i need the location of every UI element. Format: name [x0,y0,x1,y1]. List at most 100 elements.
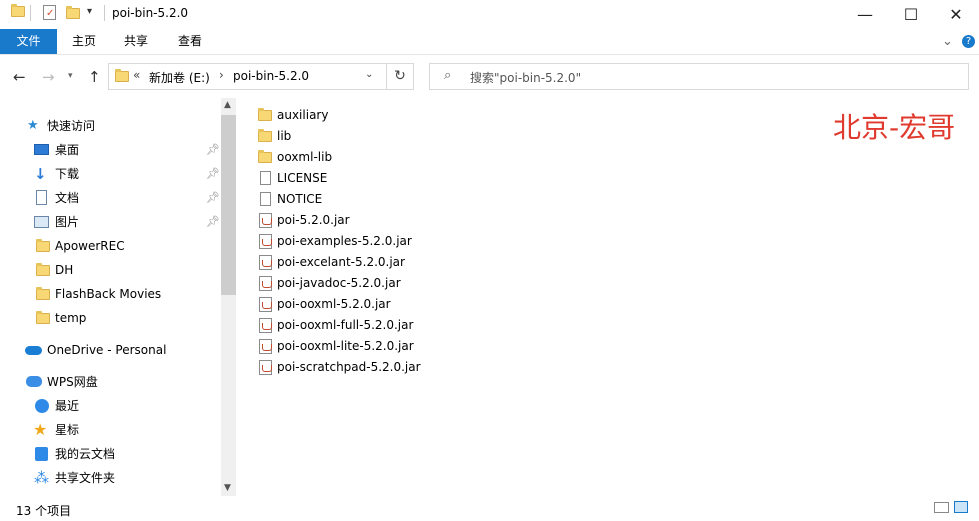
scrollbar-thumb[interactable] [221,115,236,295]
breadcrumb-folder[interactable]: poi-bin-5.2.0 [233,69,309,83]
nav-label: 最近 [55,399,80,413]
nav-label: WPS网盘 [47,375,98,389]
file-name: LICENSE [277,171,328,185]
nav-item-documents[interactable]: 文档 📌︎ [0,187,220,209]
navigation-pane: ★ 快速访问 桌面 📌︎ ↓ 下载 📌︎ 文档 📌︎ 图片 📌︎ ApowerR… [0,98,236,496]
folder-icon [115,69,129,82]
window-title: poi-bin-5.2.0 [112,6,189,20]
nav-label: DH [55,263,74,277]
search-box[interactable]: ⌕ 搜索"poi-bin-5.2.0" [429,63,969,90]
jar-file-icon [259,318,272,333]
large-icons-view-icon[interactable] [954,501,968,513]
jar-file-icon [259,276,272,291]
shared-folder-icon: ⁂ [34,469,49,487]
nav-label: 我的云文档 [55,447,116,461]
breadcrumb-separator[interactable]: › [219,68,224,82]
jar-file-icon [259,213,272,228]
folder-icon [36,287,50,300]
folder-icon [258,150,272,163]
new-folder-icon[interactable] [66,6,80,19]
file-name: ooxml-lib [277,150,333,164]
file-name: poi-ooxml-5.2.0.jar [277,297,391,311]
file-name: poi-ooxml-full-5.2.0.jar [277,318,414,332]
folder-icon [36,263,50,276]
item-count: 13 个项目 [16,504,72,518]
nav-label: ApowerREC [55,239,125,253]
jar-file-icon [259,360,272,375]
nav-label: FlashBack Movies [55,287,162,301]
file-name: lib [277,129,292,143]
pin-icon[interactable]: 📌︎ [206,211,220,233]
file-name: NOTICE [277,192,323,206]
minimize-button[interactable]: — [842,0,888,28]
properties-icon[interactable]: ✓ [43,5,56,20]
status-bar: 13 个项目 [0,496,979,521]
search-placeholder: 搜索"poi-bin-5.2.0" [470,71,582,85]
jar-file-icon [259,297,272,312]
watermark-text: 北京-宏哥 [833,111,956,144]
nav-item-pictures[interactable]: 图片 📌︎ [0,211,220,233]
address-bar[interactable]: « 新加卷 (E:) › poi-bin-5.2.0 ⌄ [108,63,387,90]
maximize-button[interactable]: ☐ [888,0,934,28]
jar-file-icon [259,255,272,270]
wps-cloud-icon [26,376,42,387]
file-name: poi-javadoc-5.2.0.jar [277,276,401,290]
folder-icon [258,129,272,142]
download-icon: ↓ [34,165,47,183]
recent-locations-icon[interactable]: ▾ [68,71,73,81]
recent-icon [35,399,49,413]
file-name: auxiliary [277,108,329,122]
nav-label: 文档 [55,191,80,205]
nav-label: 图片 [55,215,80,229]
onedrive-cloud-icon [25,346,42,355]
file-icon [260,171,271,185]
address-dropdown-icon[interactable]: ⌄ [365,69,373,80]
nav-item-desktop[interactable]: 桌面 📌︎ [0,139,220,161]
up-arrow-icon[interactable]: ↑ [88,68,101,86]
file-icon [260,192,271,206]
file-name: poi-excelant-5.2.0.jar [277,255,405,269]
nav-item-downloads[interactable]: ↓ 下载 📌︎ [0,163,220,185]
nav-label: 共享文件夹 [55,471,116,485]
search-icon: ⌕ [444,68,452,83]
help-icon[interactable]: ? [962,35,975,48]
folder-icon [11,4,25,17]
folder-icon [36,239,50,252]
nav-label: 下载 [55,167,80,181]
jar-file-icon [259,234,272,249]
nav-label: 快速访问 [47,119,96,133]
divider [30,5,31,21]
expand-ribbon-icon[interactable]: ⌄ [942,29,953,54]
pin-icon[interactable]: 📌︎ [206,187,220,209]
scroll-down-icon[interactable]: ▼ [224,483,231,493]
close-button[interactable]: ✕ [933,0,979,28]
nav-label: OneDrive - Personal [47,343,167,357]
address-overflow[interactable]: « [133,68,140,82]
refresh-button[interactable]: ↻ [387,63,414,90]
tab-view[interactable]: 查看 [178,29,202,54]
star-icon: ★ [33,420,48,439]
pin-icon[interactable]: 📌︎ [206,139,220,161]
title-bar: ✓ ▾ poi-bin-5.2.0 — ☐ ✕ [0,0,979,29]
desktop-icon [34,144,49,155]
customize-toolbar-icon[interactable]: ▾ [87,6,92,17]
nav-label: 星标 [55,423,80,437]
star-icon: ★ [27,118,39,133]
forward-arrow-icon[interactable]: → [42,68,55,86]
file-name: poi-5.2.0.jar [277,213,350,227]
tab-home[interactable]: 主页 [72,29,96,54]
file-name: poi-scratchpad-5.2.0.jar [277,360,421,374]
pictures-icon [34,216,49,228]
pin-icon[interactable]: 📌︎ [206,163,220,185]
back-arrow-icon[interactable]: ← [13,68,26,86]
jar-file-icon [259,339,272,354]
breadcrumb-drive[interactable]: 新加卷 (E:) [149,69,210,86]
tab-share[interactable]: 共享 [124,29,148,54]
documents-icon [36,190,47,205]
scroll-up-icon[interactable]: ▲ [224,100,231,110]
folder-icon [36,311,50,324]
details-view-icon[interactable] [934,502,949,513]
tab-file[interactable]: 文件 [0,29,57,54]
file-name: poi-ooxml-lite-5.2.0.jar [277,339,414,353]
folder-icon [258,108,272,121]
